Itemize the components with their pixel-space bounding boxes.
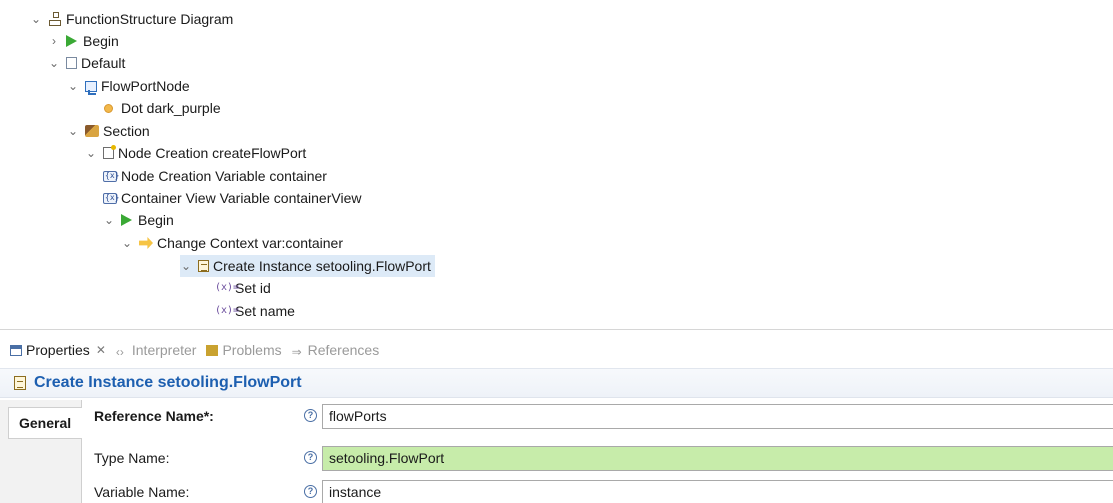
tree-node-label: FlowPortNode: [101, 78, 190, 94]
tree-node-default[interactable]: ⌄ Default: [48, 52, 125, 74]
tree-node-node-creation-variable[interactable]: Node Creation Variable container: [103, 165, 327, 187]
tab-properties[interactable]: Properties ✕: [10, 342, 106, 358]
tree-node-set-name[interactable]: (x)= Set name: [215, 300, 295, 322]
properties-header: Create Instance setooling.FlowPort: [0, 368, 1113, 398]
tab-label: Interpreter: [131, 342, 197, 358]
tree-node-label: Default: [81, 55, 126, 71]
section-tab-list: General: [0, 400, 82, 503]
create-instance-icon: [14, 376, 26, 390]
set-value-icon: (x)=: [215, 305, 240, 316]
tab-label: Problems: [222, 342, 282, 358]
tree-node-create-instance[interactable]: ⌄ Create Instance setooling.FlowPort: [180, 255, 435, 277]
variable-name-field[interactable]: instance: [322, 480, 1113, 503]
property-row-type-name: Type Name: ? setooling.FlowPort: [82, 442, 1113, 474]
begin-play-icon: [66, 35, 77, 47]
property-row-variable-name: Variable Name: ? instance: [82, 476, 1113, 503]
variable-icon: [103, 192, 119, 204]
tree-node-label: Dot dark_purple: [121, 100, 221, 116]
flowport-node-icon: [85, 80, 97, 95]
tree-node-set-id[interactable]: (x)= Set id: [215, 277, 271, 299]
create-instance-icon: [198, 260, 209, 272]
set-value-icon: (x)=: [215, 282, 240, 293]
tree-node-section[interactable]: ⌄ Section: [67, 120, 150, 142]
tree-node-flowportnode[interactable]: ⌄ FlowPortNode: [67, 75, 190, 97]
interpreter-icon: ‹›: [115, 344, 124, 359]
dot-icon: [104, 103, 113, 113]
begin-play-icon: [121, 214, 132, 226]
reference-name-field[interactable]: flowPorts: [322, 404, 1113, 429]
tree-node-label: Set name: [235, 303, 295, 319]
model-tree: ⌄ FunctionStructure Diagram › Begin ⌄ De…: [0, 0, 1113, 330]
tree-node-label: Set id: [235, 280, 271, 296]
chevron-down-icon[interactable]: ⌄: [180, 260, 192, 272]
node-creation-icon: [103, 145, 116, 159]
chevron-right-icon[interactable]: ›: [48, 35, 60, 47]
type-name-field[interactable]: setooling.FlowPort: [322, 446, 1113, 471]
tab-label: References: [307, 342, 380, 358]
section-tab-label: General: [19, 415, 72, 431]
tree-node-label: Create Instance setooling.FlowPort: [213, 258, 431, 274]
help-icon[interactable]: ?: [304, 451, 317, 464]
chevron-down-icon[interactable]: ⌄: [85, 147, 97, 159]
tree-node-label: Begin: [138, 212, 174, 228]
tab-references[interactable]: ⇒ References: [291, 342, 380, 359]
change-context-icon: [139, 237, 153, 249]
problems-icon: [206, 344, 219, 356]
tree-node-functionstructure-diagram[interactable]: ⌄ FunctionStructure Diagram: [30, 8, 233, 30]
tree-node-label: Node Creation createFlowPort: [118, 145, 307, 161]
chevron-down-icon[interactable]: ⌄: [67, 125, 79, 137]
view-tab-bar: Properties ✕ ‹› Interpreter Problems ⇒ R…: [0, 337, 1113, 363]
tree-node-label: Section: [103, 123, 150, 139]
tree-node-label: Begin: [83, 33, 119, 49]
variable-icon: [103, 170, 119, 182]
tree-node-dot-dark-purple[interactable]: Dot dark_purple: [102, 97, 221, 119]
tab-problems[interactable]: Problems: [206, 342, 282, 358]
tree-node-begin-inner[interactable]: ⌄ Begin: [103, 209, 174, 231]
tree-node-node-creation[interactable]: ⌄ Node Creation createFlowPort: [85, 142, 306, 164]
structure-icon: [48, 12, 62, 26]
section-tab-general[interactable]: General: [8, 407, 82, 439]
properties-icon: [10, 344, 22, 356]
close-icon[interactable]: ✕: [96, 343, 106, 357]
property-row-reference-name: Reference Name*: ? flowPorts: [82, 400, 1113, 432]
chevron-down-icon[interactable]: ⌄: [67, 80, 79, 92]
property-label: Reference Name*:: [94, 408, 214, 424]
chevron-down-icon[interactable]: ⌄: [121, 237, 133, 249]
tree-node-label: FunctionStructure Diagram: [66, 11, 234, 27]
tree-node-label: Change Context var:container: [157, 235, 343, 251]
chevron-down-icon[interactable]: ⌄: [30, 13, 42, 25]
chevron-down-icon[interactable]: ⌄: [103, 214, 115, 226]
properties-title: Create Instance setooling.FlowPort: [34, 374, 302, 391]
tree-node-label: Node Creation Variable container: [121, 168, 327, 184]
property-label: Type Name:: [94, 450, 170, 466]
help-icon[interactable]: ?: [304, 409, 317, 422]
section-icon: [85, 125, 99, 137]
tree-node-change-context[interactable]: ⌄ Change Context var:container: [121, 232, 343, 254]
tree-node-container-view-variable[interactable]: Container View Variable containerView: [103, 187, 361, 209]
chevron-down-icon[interactable]: ⌄: [48, 57, 60, 69]
page-icon: [66, 57, 77, 69]
tree-node-label: Container View Variable containerView: [121, 190, 362, 206]
tab-label: Properties: [26, 342, 90, 358]
property-label: Variable Name:: [94, 484, 190, 500]
help-icon[interactable]: ?: [304, 485, 317, 498]
tab-interpreter[interactable]: ‹› Interpreter: [115, 342, 197, 359]
tree-node-begin[interactable]: › Begin: [48, 30, 119, 52]
references-icon: ⇒: [291, 344, 302, 359]
